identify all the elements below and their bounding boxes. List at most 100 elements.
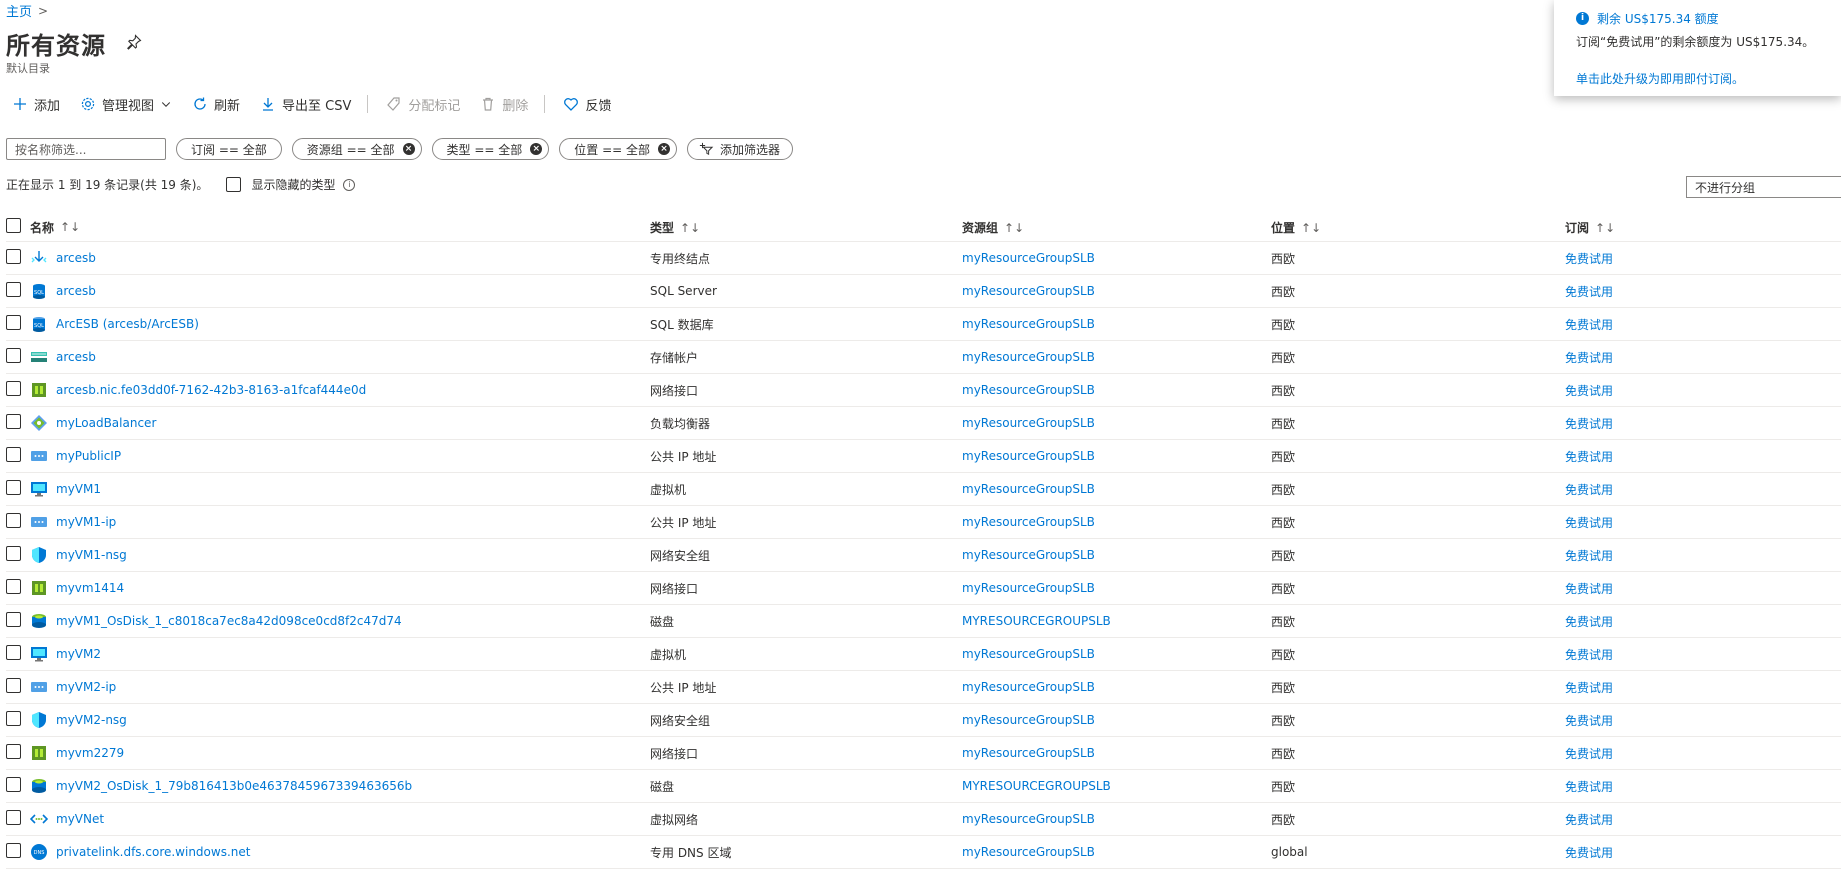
table-row[interactable]: arcesb 专用终结点 myResourceGroupSLB 西欧 免费试用 (6, 242, 1841, 275)
resource-group-link[interactable]: myResourceGroupSLB (962, 581, 1095, 595)
row-checkbox[interactable] (6, 579, 21, 594)
select-all-checkbox[interactable] (6, 218, 21, 233)
location-filter-pill[interactable]: 位置 == 全部 × (559, 138, 677, 160)
table-row[interactable]: myVM2_OsDisk_1_79b816413b0e4637845967339… (6, 770, 1841, 803)
table-row[interactable]: myVM1_OsDisk_1_c8018ca7ec8a42d098ce0cd8f… (6, 605, 1841, 638)
table-row[interactable]: arcesb 存储帐户 myResourceGroupSLB 西欧 免费试用 (6, 341, 1841, 374)
resource-name-link[interactable]: arcesb (56, 284, 96, 298)
table-row[interactable]: myPublicIP 公共 IP 地址 myResourceGroupSLB 西欧 免费… (6, 440, 1841, 473)
row-checkbox[interactable] (6, 810, 21, 825)
resource-group-link[interactable]: myResourceGroupSLB (962, 548, 1095, 562)
delete-button[interactable]: 删除 (480, 95, 528, 114)
type-filter-pill[interactable]: 类型 == 全部 × (431, 138, 550, 160)
subscription-link[interactable]: 免费试用 (1565, 813, 1613, 827)
resource-name-link[interactable]: myVNet (56, 812, 104, 826)
resource-name-link[interactable]: myVM2_OsDisk_1_79b816413b0e4637845967339… (56, 779, 412, 793)
show-hidden-types-checkbox[interactable] (226, 177, 242, 192)
subscription-link[interactable]: 免费试用 (1565, 681, 1613, 695)
manage-view-button[interactable]: 管理视图 (80, 95, 172, 114)
breadcrumb-home[interactable]: 主页 (6, 1, 32, 20)
resource-name-link[interactable]: myvm1414 (56, 581, 124, 595)
table-row[interactable]: DNS privatelink.dfs.core.windows.net 专用 DN… (6, 836, 1841, 869)
table-row[interactable]: myVM2-ip 公共 IP 地址 myResourceGroupSLB 西欧 免费试用 (6, 671, 1841, 704)
row-checkbox[interactable] (6, 711, 21, 726)
row-checkbox[interactable] (6, 678, 21, 693)
resource-name-link[interactable]: privatelink.dfs.core.windows.net (56, 845, 250, 859)
refresh-button[interactable]: 刷新 (192, 95, 240, 114)
pin-icon[interactable] (126, 33, 142, 54)
row-checkbox[interactable] (6, 282, 21, 297)
resource-group-link[interactable]: myResourceGroupSLB (962, 746, 1095, 760)
row-checkbox[interactable] (6, 777, 21, 792)
subscription-link[interactable]: 免费试用 (1565, 516, 1613, 530)
table-row[interactable]: arcesb.nic.fe03dd0f-7162-42b3-8163-a1fca… (6, 374, 1841, 407)
resource-name-link[interactable]: myVM1_OsDisk_1_c8018ca7ec8a42d098ce0cd8f… (56, 614, 402, 628)
row-checkbox[interactable] (6, 744, 21, 759)
resource-name-link[interactable]: myVM2-nsg (56, 713, 127, 727)
resource-group-link[interactable]: myResourceGroupSLB (962, 449, 1095, 463)
resource-name-link[interactable]: arcesb.nic.fe03dd0f-7162-42b3-8163-a1fca… (56, 383, 366, 397)
column-header-subscription[interactable]: 订阅 ↑↓ (1565, 219, 1835, 236)
resource-name-link[interactable]: arcesb (56, 350, 96, 364)
feedback-button[interactable]: 反馈 (563, 95, 611, 114)
table-row[interactable]: myVM1 虚拟机 myResourceGroupSLB 西欧 免费试用 (6, 473, 1841, 506)
subscription-link[interactable]: 免费试用 (1565, 714, 1613, 728)
resource-group-link[interactable]: myResourceGroupSLB (962, 713, 1095, 727)
add-button[interactable]: 添加 (12, 95, 60, 114)
row-checkbox[interactable] (6, 546, 21, 561)
row-checkbox[interactable] (6, 381, 21, 396)
resource-group-link[interactable]: myResourceGroupSLB (962, 251, 1095, 265)
row-checkbox[interactable] (6, 348, 21, 363)
name-filter-input[interactable]: 按名称筛选... (6, 138, 166, 160)
grouping-dropdown[interactable]: 不进行分组 (1686, 176, 1841, 198)
subscription-link[interactable]: 免费试用 (1565, 384, 1613, 398)
table-row[interactable]: myVM1-nsg 网络安全组 myResourceGroupSLB 西欧 免费试用 (6, 539, 1841, 572)
resource-group-link[interactable]: myResourceGroupSLB (962, 416, 1095, 430)
row-checkbox[interactable] (6, 513, 21, 528)
assign-tags-button[interactable]: 分配标记 (386, 95, 460, 114)
resource-name-link[interactable]: myvm2279 (56, 746, 124, 760)
subscription-link[interactable]: 免费试用 (1565, 615, 1613, 629)
row-checkbox[interactable] (6, 645, 21, 660)
resource-name-link[interactable]: myVM1-ip (56, 515, 116, 529)
upgrade-link[interactable]: 单击此处升级为即用即付订阅。 (1576, 70, 1831, 87)
table-row[interactable]: myVM1-ip 公共 IP 地址 myResourceGroupSLB 西欧 免费试用 (6, 506, 1841, 539)
resource-group-filter-pill[interactable]: 资源组 == 全部 × (291, 138, 422, 160)
resource-name-link[interactable]: myVM1-nsg (56, 548, 127, 562)
column-header-resource-group[interactable]: 资源组 ↑↓ (962, 219, 1271, 236)
subscription-link[interactable]: 免费试用 (1565, 780, 1613, 794)
row-checkbox[interactable] (6, 612, 21, 627)
resource-group-link[interactable]: myResourceGroupSLB (962, 515, 1095, 529)
subscription-link[interactable]: 免费试用 (1565, 285, 1613, 299)
table-row[interactable]: myVM2 虚拟机 myResourceGroupSLB 西欧 免费试用 (6, 638, 1841, 671)
subscription-link[interactable]: 免费试用 (1565, 417, 1613, 431)
table-row[interactable]: myvm1414 网络接口 myResourceGroupSLB 西欧 免费试用 (6, 572, 1841, 605)
resource-name-link[interactable]: myLoadBalancer (56, 416, 156, 430)
resource-group-link[interactable]: myResourceGroupSLB (962, 284, 1095, 298)
row-checkbox[interactable] (6, 447, 21, 462)
subscription-link[interactable]: 免费试用 (1565, 351, 1613, 365)
subscription-link[interactable]: 免费试用 (1565, 483, 1613, 497)
subscription-link[interactable]: 免费试用 (1565, 846, 1613, 860)
subscription-link[interactable]: 免费试用 (1565, 318, 1613, 332)
resource-name-link[interactable]: ArcESB (arcesb/ArcESB) (56, 317, 199, 331)
resource-group-link[interactable]: myResourceGroupSLB (962, 383, 1095, 397)
row-checkbox[interactable] (6, 843, 21, 858)
clear-filter-icon[interactable]: × (658, 143, 670, 155)
resource-group-link[interactable]: myResourceGroupSLB (962, 845, 1095, 859)
export-csv-button[interactable]: 导出至 CSV (260, 95, 351, 114)
clear-filter-icon[interactable]: × (530, 143, 543, 155)
resource-group-link[interactable]: myResourceGroupSLB (962, 317, 1095, 331)
row-checkbox[interactable] (6, 249, 21, 264)
row-checkbox[interactable] (6, 414, 21, 429)
info-icon[interactable]: i (343, 178, 356, 191)
resource-group-link[interactable]: MYRESOURCEGROUPSLB (962, 614, 1111, 628)
clear-filter-icon[interactable]: × (402, 143, 415, 155)
resource-group-link[interactable]: myResourceGroupSLB (962, 482, 1095, 496)
table-row[interactable]: myVM2-nsg 网络安全组 myResourceGroupSLB 西欧 免费试用 (6, 704, 1841, 737)
subscription-link[interactable]: 免费试用 (1565, 450, 1613, 464)
resource-group-link[interactable]: myResourceGroupSLB (962, 680, 1095, 694)
subscription-link[interactable]: 免费试用 (1565, 582, 1613, 596)
table-row[interactable]: myvm2279 网络接口 myResourceGroupSLB 西欧 免费试用 (6, 737, 1841, 770)
resource-name-link[interactable]: myVM2 (56, 647, 101, 661)
